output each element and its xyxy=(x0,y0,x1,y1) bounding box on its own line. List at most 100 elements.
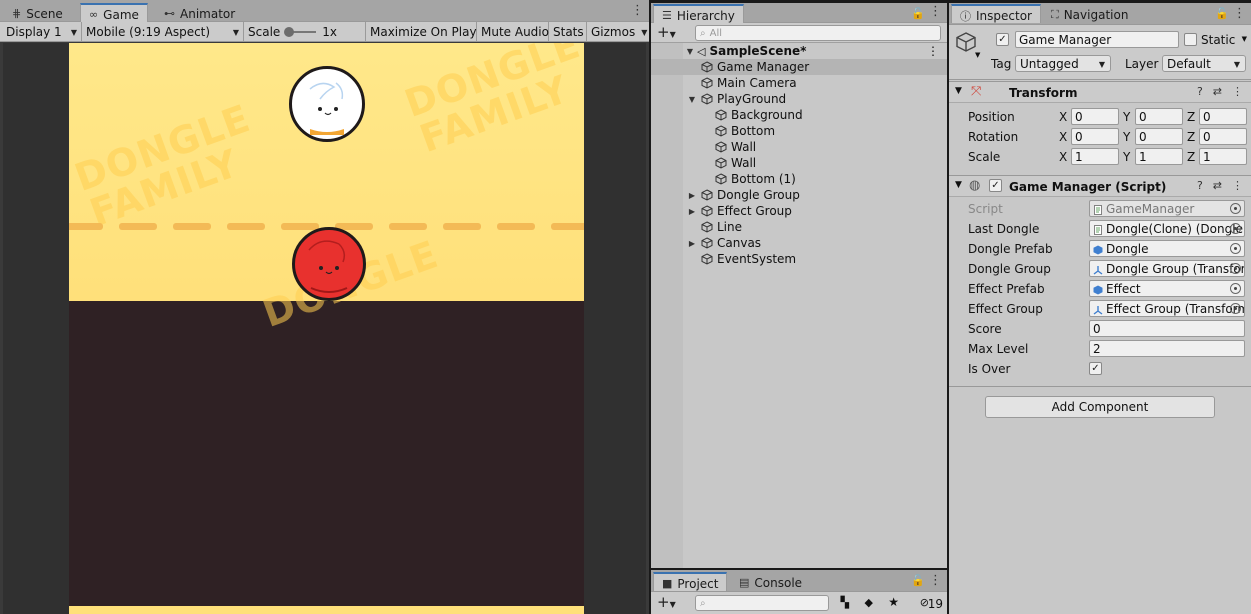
filter-by-type-icon[interactable]: ▚ xyxy=(841,596,849,609)
object-field[interactable]: Effect xyxy=(1089,280,1245,297)
game-viewport[interactable]: DONGLE FAMILY DONGLE FAMILY DONGLE xyxy=(3,43,646,614)
object-field[interactable]: Effect Group (Transform) xyxy=(1089,300,1245,317)
scene-row[interactable]: ▼ ◁ SampleScene* ⋮ xyxy=(651,43,947,59)
aspect-dropdown[interactable]: Mobile (9:19 Aspect) ▼ xyxy=(82,22,244,42)
project-search-input[interactable]: ⌕ xyxy=(695,595,829,611)
tab-console[interactable]: ▤ Console xyxy=(731,572,810,591)
object-field[interactable]: Dongle Group (Transform) xyxy=(1089,260,1245,277)
transform-y-field[interactable]: 1 xyxy=(1135,148,1183,165)
kebab-menu-icon[interactable]: ⋮ xyxy=(631,3,644,18)
lock-icon[interactable]: 🔓 xyxy=(1215,7,1229,20)
axis-label[interactable]: Y xyxy=(1123,150,1130,164)
chevron-down-icon[interactable]: ▼ xyxy=(1242,35,1247,43)
axis-label[interactable]: Y xyxy=(1123,110,1130,124)
hierarchy-item[interactable]: Bottom (1) xyxy=(651,171,947,187)
lock-icon[interactable]: 🔓 xyxy=(911,7,925,20)
hierarchy-item[interactable]: Background xyxy=(651,107,947,123)
hierarchy-item[interactable]: EventSystem xyxy=(651,251,947,267)
mute-audio-toggle[interactable]: Mute Audio xyxy=(477,22,549,42)
scale-slider-knob[interactable] xyxy=(284,27,295,37)
kebab-menu-icon[interactable]: ⋮ xyxy=(929,573,942,588)
axis-label[interactable]: X xyxy=(1059,130,1067,144)
object-picker-icon[interactable] xyxy=(1230,203,1241,214)
tab-hierarchy[interactable]: ☰ Hierarchy xyxy=(653,4,744,23)
object-picker-icon[interactable] xyxy=(1230,223,1241,234)
max-level-field[interactable]: 2 xyxy=(1089,340,1245,357)
tag-dropdown[interactable]: Untagged ▼ xyxy=(1015,55,1111,72)
transform-z-field[interactable]: 1 xyxy=(1199,148,1247,165)
hierarchy-item[interactable]: ▶ Canvas xyxy=(651,235,947,251)
expand-arrow-icon[interactable]: ▼ xyxy=(687,95,697,104)
transform-z-field[interactable]: 0 xyxy=(1199,128,1247,145)
add-component-button[interactable]: Add Component xyxy=(985,396,1215,418)
chevron-down-icon[interactable]: ▼ xyxy=(975,51,980,59)
transform-y-field[interactable]: 0 xyxy=(1135,128,1183,145)
object-picker-icon[interactable] xyxy=(1230,283,1241,294)
hierarchy-item[interactable]: ▶ Dongle Group xyxy=(651,187,947,203)
hierarchy-item[interactable]: Wall xyxy=(651,139,947,155)
hierarchy-item[interactable]: Line xyxy=(651,219,947,235)
layer-dropdown[interactable]: Default ▼ xyxy=(1162,55,1246,72)
tab-game[interactable]: ∞ Game xyxy=(80,3,148,22)
tab-animator[interactable]: ⊷ Animator xyxy=(156,3,243,22)
hierarchy-item[interactable]: Bottom xyxy=(651,123,947,139)
gameobject-cube-icon[interactable] xyxy=(955,31,977,53)
kebab-menu-icon[interactable]: ⋮ xyxy=(1233,6,1246,21)
object-picker-icon[interactable] xyxy=(1230,243,1241,254)
label-icon[interactable]: ◆ xyxy=(865,596,873,609)
axis-label[interactable]: Z xyxy=(1187,110,1195,124)
expand-arrow-icon[interactable]: ▶ xyxy=(687,191,697,200)
tab-project[interactable]: ■ Project xyxy=(653,572,728,591)
axis-label[interactable]: Z xyxy=(1187,150,1195,164)
scale-slider[interactable]: Scale 1x xyxy=(244,22,366,42)
hierarchy-search-input[interactable]: ⌕ All xyxy=(695,25,941,41)
script-component-header[interactable]: ▼ ◍ ✓ Game Manager (Script) ? ⇄ ⋮ xyxy=(949,175,1251,197)
stats-toggle[interactable]: Stats xyxy=(549,22,587,42)
axis-label[interactable]: X xyxy=(1059,110,1067,124)
object-picker-icon[interactable] xyxy=(1230,263,1241,274)
object-field[interactable]: Dongle xyxy=(1089,240,1245,257)
transform-y-field[interactable]: 0 xyxy=(1135,108,1183,125)
maximize-on-play-toggle[interactable]: Maximize On Play xyxy=(366,22,477,42)
gizmos-dropdown[interactable]: Gizmos ▼ xyxy=(587,22,649,42)
is-over-checkbox[interactable]: ✓ xyxy=(1089,362,1102,375)
kebab-menu-icon[interactable]: ⋮ xyxy=(929,4,942,19)
hierarchy-item[interactable]: Main Camera xyxy=(651,75,947,91)
kebab-menu-icon[interactable]: ⋮ xyxy=(1232,85,1243,98)
axis-label[interactable]: X xyxy=(1059,150,1067,164)
tab-navigation[interactable]: ⛶ Navigation xyxy=(1043,4,1136,23)
kebab-menu-icon[interactable]: ⋮ xyxy=(927,44,939,58)
collapse-arrow-icon[interactable]: ▼ xyxy=(955,86,962,96)
expand-arrow-icon[interactable]: ▼ xyxy=(685,47,695,56)
transform-x-field[interactable]: 0 xyxy=(1071,128,1119,145)
hierarchy-item[interactable]: ▶ Effect Group xyxy=(651,203,947,219)
tab-scene[interactable]: ⋕ Scene xyxy=(4,3,71,22)
preset-icon[interactable]: ⇄ xyxy=(1213,85,1222,98)
create-button[interactable]: +▼ xyxy=(657,594,676,613)
display-dropdown[interactable]: Display 1 ▼ xyxy=(2,22,82,42)
help-icon[interactable]: ? xyxy=(1197,85,1203,98)
scale-slider-track[interactable] xyxy=(284,27,317,37)
transform-x-field[interactable]: 1 xyxy=(1071,148,1119,165)
component-enabled-checkbox[interactable]: ✓ xyxy=(989,179,1002,192)
transform-component-header[interactable]: ▼ ⤧ Transform ? ⇄ ⋮ xyxy=(949,81,1251,103)
transform-x-field[interactable]: 0 xyxy=(1071,108,1119,125)
axis-label[interactable]: Y xyxy=(1123,130,1130,144)
hierarchy-item[interactable]: Game Manager xyxy=(651,59,947,75)
object-field[interactable]: Dongle(Clone) (Dongle) xyxy=(1089,220,1245,237)
favorite-icon[interactable]: ★ xyxy=(888,595,899,609)
game-screen[interactable]: DONGLE FAMILY DONGLE FAMILY DONGLE xyxy=(69,43,584,614)
object-picker-icon[interactable] xyxy=(1230,303,1241,314)
collapse-arrow-icon[interactable]: ▼ xyxy=(955,180,962,190)
expand-arrow-icon[interactable]: ▶ xyxy=(687,239,697,248)
hierarchy-item[interactable]: ▼ PlayGround xyxy=(651,91,947,107)
help-icon[interactable]: ? xyxy=(1197,179,1203,192)
expand-arrow-icon[interactable]: ▶ xyxy=(687,207,697,216)
lock-icon[interactable]: 🔓 xyxy=(911,574,925,587)
hierarchy-item[interactable]: Wall xyxy=(651,155,947,171)
score-field[interactable]: 0 xyxy=(1089,320,1245,337)
kebab-menu-icon[interactable]: ⋮ xyxy=(1232,179,1243,192)
static-checkbox[interactable] xyxy=(1184,33,1197,46)
active-checkbox[interactable]: ✓ xyxy=(996,33,1009,46)
tab-inspector[interactable]: ⓘ Inspector xyxy=(951,4,1041,23)
